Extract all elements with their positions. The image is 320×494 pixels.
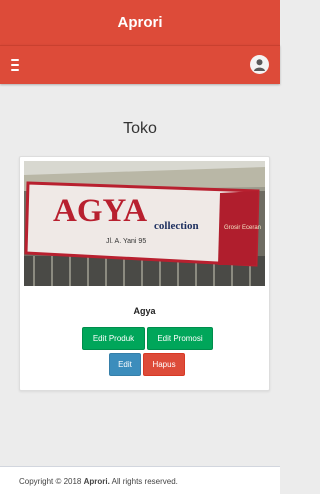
sign-main-text: AGYA [53,193,147,229]
hamburger-icon[interactable] [11,59,25,71]
hapus-button[interactable]: Hapus [143,353,185,376]
navbar [0,45,280,84]
footer: Copyright © 2018 Aprori. All rights rese… [0,466,280,494]
store-photo: AGYA collection Jl. A. Yani 95 Grosir Ec… [24,161,265,286]
footer-rights: All rights reserved. [111,477,178,486]
sign-sub-text: collection [154,220,199,232]
store-image: AGYA collection Jl. A. Yani 95 Grosir Ec… [24,161,265,286]
edit-produk-button[interactable]: Edit Produk [82,327,145,350]
footer-copyright: Copyright © 2018 [19,477,82,486]
user-icon [254,59,265,71]
sign-side-text: Grosir Eceran [224,225,261,231]
store-card: AGYA collection Jl. A. Yani 95 Grosir Ec… [19,156,270,391]
page-title: Toko [123,120,157,137]
sign-address-text: Jl. A. Yani 95 [106,238,146,245]
store-name: Agya [133,306,156,316]
app-header: Aprori [0,0,280,45]
app-title: Aprori [117,14,163,31]
edit-button[interactable]: Edit [109,353,141,376]
footer-brand-link[interactable]: Aprori. [84,477,110,486]
edit-promosi-button[interactable]: Edit Promosi [147,327,213,350]
user-avatar-icon[interactable] [250,55,269,74]
